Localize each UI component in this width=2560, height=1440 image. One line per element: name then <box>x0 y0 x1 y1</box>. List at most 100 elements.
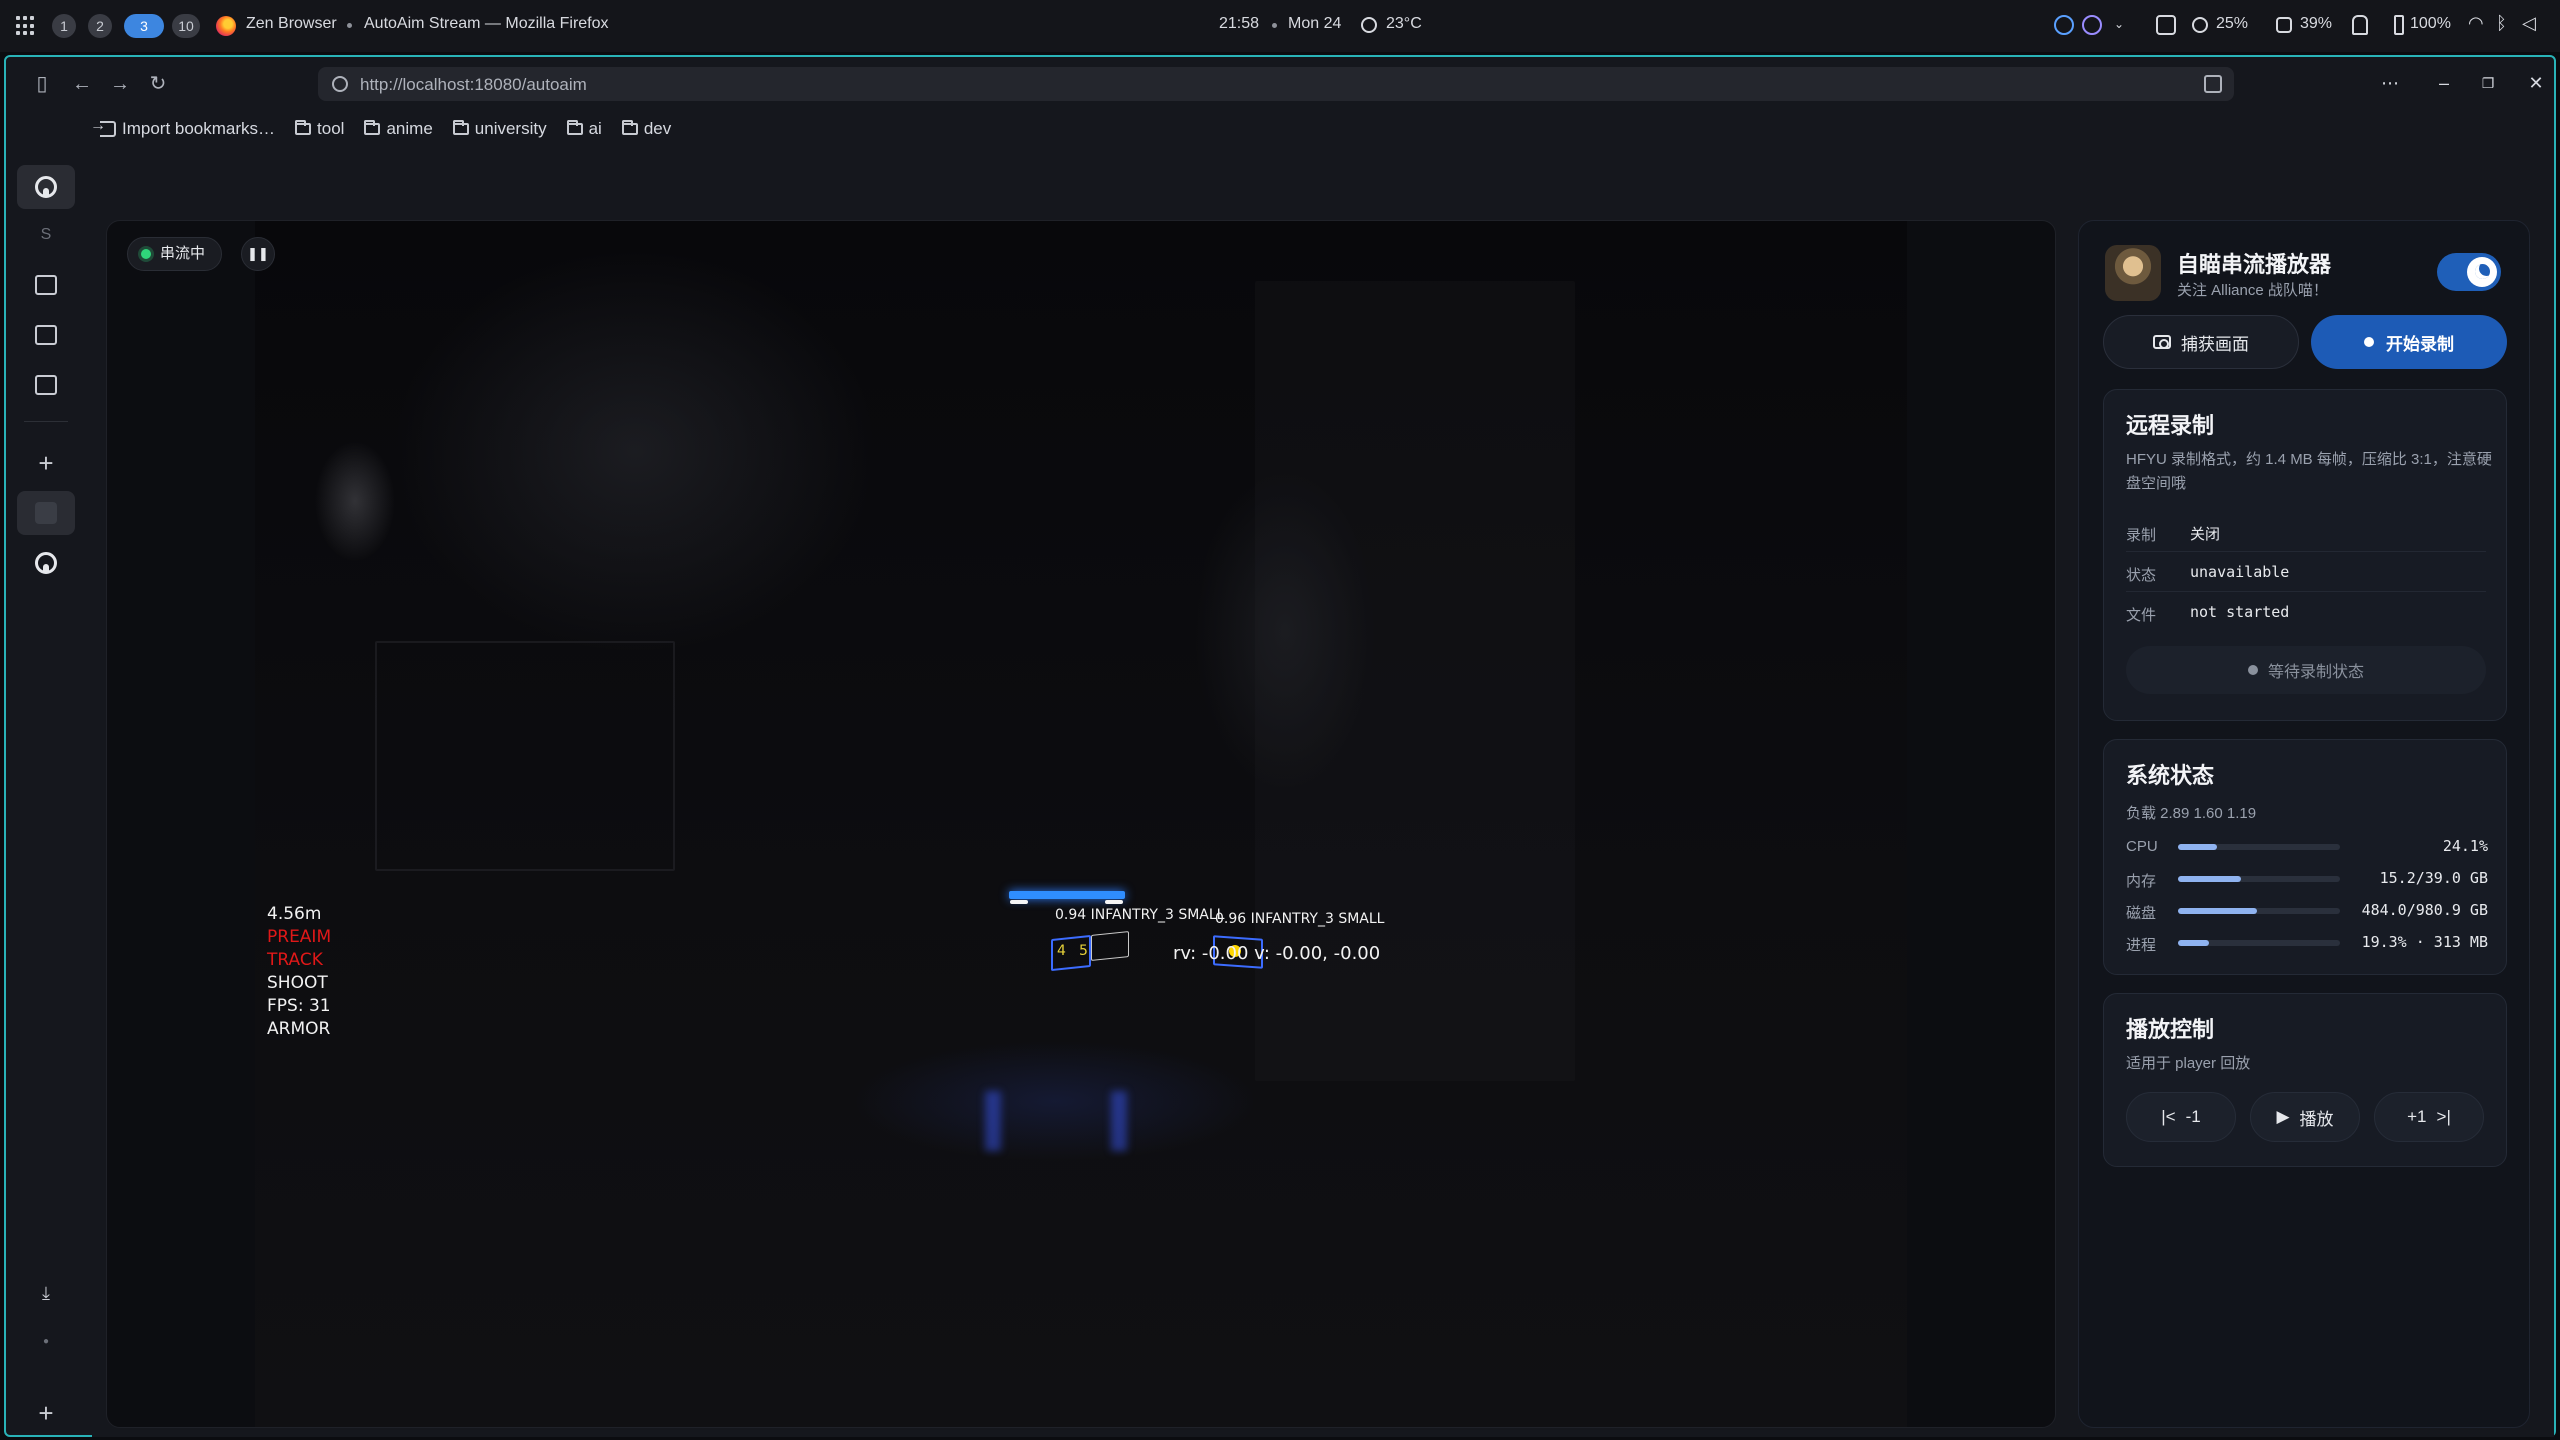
prev-label: -1 <box>2185 1107 2201 1126</box>
battery-level: 100% <box>2410 15 2451 32</box>
url-bar[interactable]: http://localhost:18080/autoaim <box>318 67 2234 101</box>
workspace-2[interactable]: 2 <box>88 14 112 38</box>
hud-mode: ARMOR <box>267 1019 331 1039</box>
forward-icon[interactable]: → <box>110 74 130 94</box>
stat-row-disk: 磁盘 484.0/980.9 GB <box>2126 900 2488 922</box>
system-load: 负载 2.89 1.60 1.19 <box>2126 805 2257 822</box>
notes-icon <box>35 275 57 295</box>
sidebar-tab-active[interactable] <box>17 491 75 535</box>
cpu-icon <box>2192 17 2208 33</box>
url-text[interactable]: http://localhost:18080/autoaim <box>360 75 587 95</box>
detection-label-2: 0.96 INFANTRY_3 SMALL <box>1215 911 1385 927</box>
bluetooth-icon[interactable]: ᛒ <box>2496 13 2507 34</box>
volume-icon[interactable]: ◁ <box>2522 13 2536 34</box>
wait-label: 等待录制状态 <box>2267 664 2364 681</box>
clock[interactable]: 21:58 <box>1219 15 1259 33</box>
back-icon[interactable]: ← <box>72 74 92 94</box>
next-frame-button[interactable]: +1 >| <box>2374 1092 2484 1142</box>
hud-fps: FPS: 31 <box>267 996 331 1016</box>
memory-usage: 39% <box>2300 15 2333 32</box>
workspace-10[interactable]: 10 <box>172 14 200 38</box>
add-workspace-icon[interactable]: + <box>17 1391 75 1435</box>
minimize-icon[interactable]: – <box>2432 71 2456 95</box>
kv-value: 关闭 <box>2190 525 2221 543</box>
new-tab-icon[interactable]: + <box>17 441 75 485</box>
weather-temp[interactable]: 23°C <box>1386 15 1422 33</box>
sidebar-item-notes[interactable] <box>17 263 75 307</box>
notification-bell-icon[interactable] <box>2352 15 2368 35</box>
wait-status-button[interactable]: 等待录制状态 <box>2126 646 2486 694</box>
firefox-icon <box>216 16 236 36</box>
stat-bar <box>2178 876 2340 882</box>
kv-key: 文件 <box>2126 607 2157 624</box>
start-recording-button[interactable]: 开始录制 <box>2311 315 2507 369</box>
date[interactable]: Mon 24 <box>1288 15 1341 33</box>
camera-icon <box>2153 335 2171 349</box>
blue-reflection <box>1111 1091 1127 1151</box>
close-icon[interactable]: ✕ <box>2524 71 2548 95</box>
sidebar-github-pinned[interactable] <box>17 165 75 209</box>
stat-value: 15.2/39.0 GB <box>2379 869 2488 887</box>
tray-app-icon-2[interactable] <box>2082 15 2102 35</box>
system-bar: 1 2 3 10 Zen Browser AutoAim Stream — Mo… <box>0 0 2560 52</box>
panel-subtitle: 关注 Alliance 战队喵！ <box>2177 282 2328 299</box>
stream-status-badge: 串流中 <box>127 237 223 271</box>
bookmarks-bar: Import bookmarks… tool anime university … <box>90 115 672 143</box>
armor-box-1-outline <box>1091 931 1129 961</box>
bookmark-label: Import bookmarks… <box>122 119 276 138</box>
sun-icon <box>1361 17 1377 33</box>
terminal-folder-icon <box>35 375 57 395</box>
hud-preaim: PREAIM <box>267 927 332 947</box>
stat-bar-fill <box>2178 876 2242 882</box>
stat-bar <box>2178 940 2340 946</box>
armor-number-b: 5 <box>1079 943 1088 959</box>
clipboard-icon[interactable] <box>2156 15 2176 35</box>
bookmark-folder-ai[interactable]: ai <box>566 119 602 139</box>
bookmark-label: dev <box>643 119 672 138</box>
sidebar-tab-github[interactable] <box>17 541 75 585</box>
workspace-1[interactable]: 1 <box>52 14 76 38</box>
bookmark-folder-dev[interactable]: dev <box>621 119 672 139</box>
pause-icon: ❚❚ <box>247 246 269 261</box>
sidebar-item-code[interactable] <box>17 313 75 357</box>
sidebar-workspace-letter[interactable]: S <box>17 213 75 257</box>
bookmark-import[interactable]: Import bookmarks… <box>90 117 276 139</box>
wifi-icon[interactable]: ◠ <box>2468 13 2484 34</box>
room-shape <box>375 641 675 871</box>
video-card: 4.56m PREAIM TRACK SHOOT FPS: 31 ARMOR 0… <box>106 220 2056 1428</box>
sidebar-divider <box>24 421 68 422</box>
folder-icon <box>566 120 583 135</box>
maximize-icon[interactable]: ❐ <box>2476 71 2500 95</box>
more-menu-icon[interactable]: ⋯ <box>2378 71 2402 95</box>
prev-frame-button[interactable]: |< -1 <box>2126 1092 2236 1142</box>
download-icon[interactable]: ⤓ <box>17 1271 75 1315</box>
reload-icon[interactable]: ↻ <box>148 74 168 94</box>
folder-icon <box>621 120 638 135</box>
play-button[interactable]: ▶ 播放 <box>2250 1092 2360 1142</box>
capture-button[interactable]: 捕获画面 <box>2103 315 2299 369</box>
reader-mode-icon[interactable] <box>2204 75 2222 93</box>
bookmark-folder-anime[interactable]: anime <box>364 119 433 139</box>
bookmark-folder-university[interactable]: university <box>452 119 547 139</box>
velocity-readout: rv: -0.00 v: -0.00, -0.00 <box>1173 943 1381 964</box>
workspace-dot-icon[interactable]: ● <box>17 1319 75 1363</box>
tab-favicon-icon <box>35 502 57 524</box>
sidebar-toggle-icon[interactable]: ▯ <box>32 74 52 94</box>
theme-toggle[interactable] <box>2437 253 2501 291</box>
chevron-down-icon[interactable]: ⌄ <box>2114 17 2124 31</box>
bookmark-folder-tool[interactable]: tool <box>295 119 344 139</box>
site-info-icon[interactable] <box>332 76 348 92</box>
app-grid-icon[interactable] <box>16 16 36 36</box>
play-label: 播放 <box>2299 1109 2334 1129</box>
stat-bar-fill <box>2178 908 2258 914</box>
pause-button[interactable]: ❚❚ <box>241 237 275 271</box>
stream-video[interactable]: 4.56m PREAIM TRACK SHOOT FPS: 31 ARMOR 0… <box>255 221 1907 1427</box>
workspace-3[interactable]: 3 <box>124 14 164 38</box>
stat-row-cpu: CPU 24.1% <box>2126 836 2488 858</box>
folder-icon <box>364 120 381 135</box>
remote-desc: HFYU 录制格式，约 1.4 MB 每帧，压缩比 3:1，注意硬盘空间哦 <box>2126 451 2492 492</box>
kv-row-file: 文件 not started <box>2126 592 2486 632</box>
sidebar-item-terminal[interactable] <box>17 363 75 407</box>
memory-icon <box>2276 17 2292 33</box>
tray-app-icon[interactable] <box>2054 15 2074 35</box>
